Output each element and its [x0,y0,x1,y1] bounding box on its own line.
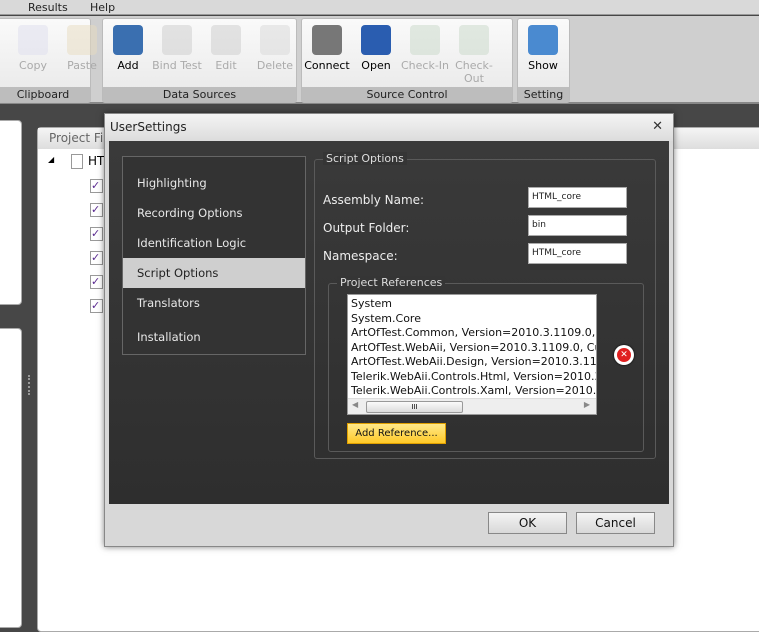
add-reference-button[interactable]: Add Reference... [347,423,446,444]
script-options-group: Script Options Assembly Name: HTML_core … [314,152,656,459]
project-references-group: Project References ◀ III ▶ System System.… [328,276,644,452]
checked-file-icon[interactable]: ✓ [90,203,103,217]
group-label: Setting [518,87,569,102]
database-add-icon [113,25,143,55]
reference-item[interactable]: Telerik.WebAii.Controls.Html, Version=20… [351,370,596,383]
button-label: Paste [67,59,97,72]
button-label: Copy [19,59,47,72]
button-label: Add [117,59,139,72]
assembly-name-label: Assembly Name: [323,193,425,207]
plug-icon [312,25,342,55]
remove-reference-icon[interactable]: ✕ [614,345,634,365]
horizontal-scrollbar[interactable]: ◀ III ▶ [348,398,596,414]
checked-file-icon[interactable]: ✓ [90,179,103,193]
check-out-button[interactable]: Check-Out [449,25,499,85]
delete-button[interactable]: Delete [250,25,300,72]
button-label: Check-Out [455,59,493,85]
ribbon: Copy Paste Clipboard Add Bind Test Edit Delete… [0,16,759,104]
namespace-label: Namespace: [323,249,398,263]
copy-button[interactable]: Copy [8,25,58,72]
bind-test-button[interactable]: Bind Test [152,25,202,72]
connect-button[interactable]: Connect [302,25,352,72]
check-in-button[interactable]: Check-In [400,25,450,72]
expand-icon[interactable]: ◢ [48,155,54,164]
check-in-icon [410,25,440,55]
reference-item[interactable]: Telerik.WebAii.Controls.Xaml, Version=20… [351,384,596,397]
open-button[interactable]: Open [351,25,401,72]
edit-icon [211,25,241,55]
bind-icon [162,25,192,55]
checked-file-icon[interactable]: ✓ [90,251,103,265]
globe-icon [361,25,391,55]
output-folder-input[interactable]: bin [528,215,627,236]
nav-item-identification-logic[interactable]: Identification Logic [123,228,305,258]
button-label: Edit [215,59,237,72]
ribbon-group: Show Setting [517,18,570,103]
left-panel-lower [0,328,22,628]
group-title: Project References [337,276,446,289]
button-label: Open [361,59,391,72]
database-delete-icon [260,25,290,55]
settings-icon [528,25,558,55]
nav-item-script-options[interactable]: Script Options [123,258,305,288]
assembly-name-input[interactable]: HTML_core [528,187,627,208]
group-label: Clipboard [0,87,90,102]
references-list[interactable]: ◀ III ▶ System System.Core ArtOfTest.Commo… [347,294,597,415]
reference-item[interactable]: ArtOfTest.WebAii, Version=2010.3.1109.0,… [351,341,596,354]
button-label: Show [528,59,558,72]
nav-item-translators[interactable]: Translators [123,288,305,318]
button-label: Delete [256,59,294,72]
checked-file-icon[interactable]: ✓ [90,227,103,241]
user-settings-dialog: UserSettings ✕ Highlighting Recording Opt… [104,113,674,547]
group-label: Data Sources [103,87,296,102]
reference-item[interactable]: System.Core [351,312,421,325]
ribbon-group: Copy Paste Clipboard [0,18,97,103]
close-icon[interactable]: ✕ [652,114,663,140]
settings-nav: Highlighting Recording Options Identificat… [122,156,306,355]
reference-item[interactable]: System [351,297,392,310]
group-title: Script Options [323,152,407,165]
nav-item-highlighting[interactable]: Highlighting [123,168,305,198]
file-icon [71,154,83,169]
nav-item-installation[interactable]: Installation [123,322,305,352]
check-out-icon [459,25,489,55]
scroll-thumb[interactable]: III [366,401,463,413]
scroll-right-icon[interactable]: ▶ [584,400,590,409]
group-label: Source Control [302,87,512,102]
checked-file-icon[interactable]: ✓ [90,275,103,289]
button-label: Check-In [400,59,450,72]
button-label: Bind Test [152,59,202,72]
add-button[interactable]: Add [103,25,153,72]
scroll-left-icon[interactable]: ◀ [352,400,358,409]
checked-file-icon[interactable]: ✓ [90,299,103,313]
left-panel [0,120,22,305]
nav-item-recording-options[interactable]: Recording Options [123,198,305,228]
dialog-title: UserSettings [105,114,673,141]
tree-root[interactable]: HT [88,154,104,168]
reference-item[interactable]: ArtOfTest.Common, Version=2010.3.1109.0,… [351,326,596,339]
menu-results[interactable]: Results [28,1,68,14]
output-folder-label: Output Folder: [323,221,410,235]
edit-button[interactable]: Edit [201,25,251,72]
namespace-input[interactable]: HTML_core [528,243,627,264]
copy-icon [18,25,48,55]
ribbon-group: Connect Open Check-In Check-Out Source Contr… [301,18,513,103]
button-label: Connect [304,59,350,72]
menu-help[interactable]: Help [90,1,115,14]
ribbon-group: Add Bind Test Edit Delete Data Sources [102,18,297,103]
paste-button[interactable]: Paste [57,25,107,72]
show-button[interactable]: Show [518,25,568,72]
splitter-handle[interactable] [28,375,32,395]
menu-bar: Results Help [0,0,759,15]
reference-item[interactable]: ArtOfTest.WebAii.Design, Version=2010.3.… [351,355,596,368]
ok-button[interactable]: OK [488,512,567,534]
paste-icon [67,25,97,55]
dialog-body: Highlighting Recording Options Identificat… [109,141,669,504]
cancel-button[interactable]: Cancel [576,512,655,534]
